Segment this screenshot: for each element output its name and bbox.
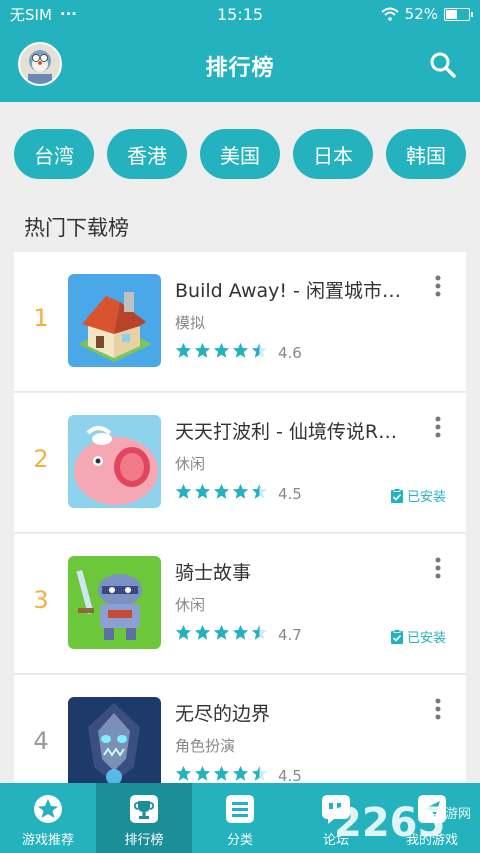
nav-label: 分类	[226, 833, 253, 848]
status-bar: 无SIM ··· 15:15 52%	[0, 0, 480, 28]
region-tab-korea[interactable]: 韩国	[386, 129, 466, 179]
trophy-icon	[130, 795, 158, 823]
battery-icon	[444, 7, 473, 21]
list-item[interactable]: 1 Build Away! - 闲置城市… 模拟 4.6	[14, 252, 466, 392]
nav-label: 游戏推荐	[21, 833, 74, 848]
star-icon	[175, 765, 192, 781]
region-tabs: 台湾 香港 美国 日本 韩国	[0, 102, 480, 208]
rating-value: 4.5	[278, 484, 302, 503]
star-rating: 4.5	[175, 483, 302, 504]
star-icon	[213, 342, 230, 358]
app-category: 模拟	[175, 314, 206, 332]
installed-label: 已安装	[406, 631, 446, 646]
star-icon	[175, 483, 192, 499]
star-icon	[232, 483, 249, 499]
star-icon	[194, 765, 211, 781]
app-name: 天天打波利 - 仙境传说R…	[175, 421, 398, 443]
nav-game-recommend[interactable]: 游戏推荐	[0, 783, 96, 853]
nav-label: 排行榜	[124, 833, 164, 848]
app-icon-build-away[interactable]	[68, 274, 161, 367]
rank-number: 2	[33, 445, 49, 473]
star-icon	[194, 342, 211, 358]
battery-percent: 52%	[404, 5, 438, 23]
star-icon	[232, 624, 249, 640]
star-icon	[232, 342, 249, 358]
watermark-text: 2265	[334, 800, 445, 846]
region-tab-hongkong[interactable]: 香港	[107, 129, 187, 179]
more-options-icon[interactable]	[430, 697, 446, 721]
star-icon	[251, 483, 268, 499]
star-rating: 4.7	[175, 624, 302, 645]
app-category: 休闲	[175, 455, 206, 473]
installed-badge: 已安装	[390, 486, 446, 505]
region-tab-taiwan[interactable]: 台湾	[14, 129, 94, 179]
star-icon	[213, 624, 230, 640]
signal-dots: ···	[59, 5, 77, 23]
list-item[interactable]: 2 天天打波利 - 仙境传说R… 休闲 4.5 已安装	[14, 393, 466, 533]
star-rating: 4.6	[175, 342, 302, 363]
star-icon	[251, 342, 268, 358]
nav-category[interactable]: 分类	[192, 783, 288, 853]
rating-value: 4.5	[278, 766, 302, 785]
app-category: 角色扮演	[175, 737, 236, 755]
star-icon	[175, 342, 192, 358]
category-icon	[226, 795, 254, 823]
rank-number: 3	[33, 586, 49, 614]
app-icon-knight-tale[interactable]	[68, 556, 161, 649]
app-icon-endless-frontier[interactable]	[68, 697, 161, 790]
app-icon-poring[interactable]	[68, 415, 161, 508]
more-options-icon[interactable]	[430, 556, 446, 580]
page-title: 排行榜	[205, 56, 275, 81]
star-icon	[213, 483, 230, 499]
star-icon	[175, 624, 192, 640]
app-category: 休闲	[175, 596, 206, 614]
star-icon	[194, 483, 211, 499]
region-tab-japan[interactable]: 日本	[293, 129, 373, 179]
clock: 15:15	[216, 4, 264, 24]
rating-value: 4.6	[278, 343, 302, 362]
more-options-icon[interactable]	[430, 415, 446, 439]
rating-value: 4.7	[278, 625, 302, 644]
rank-number: 1	[33, 304, 49, 332]
list-item[interactable]: 3 骑士故事 休闲 4.7 已安装	[14, 534, 466, 674]
app-name: 骑士故事	[175, 562, 252, 584]
carrier-label: 无SIM	[10, 5, 52, 24]
star-icon	[34, 795, 62, 823]
app-header: 排行榜	[0, 28, 480, 102]
clipboard-check-icon	[390, 487, 403, 503]
star-icon	[194, 624, 211, 640]
app-name: Build Away! - 闲置城市…	[175, 280, 401, 302]
star-icon	[251, 624, 268, 640]
installed-label: 已安装	[406, 490, 446, 505]
star-icon	[232, 765, 249, 781]
search-icon[interactable]	[428, 50, 458, 80]
app-name: 无尽的边界	[175, 703, 271, 725]
nav-ranking[interactable]: 排行榜	[96, 783, 192, 853]
star-icon	[213, 765, 230, 781]
wifi-icon	[380, 7, 399, 21]
watermark-subtext: 手游网	[432, 807, 471, 822]
region-tab-usa[interactable]: 美国	[200, 129, 280, 179]
rank-number: 4	[33, 727, 49, 755]
clipboard-check-icon	[390, 628, 403, 644]
watermark-logo: 2265 手游网	[334, 800, 471, 846]
more-options-icon[interactable]	[430, 274, 446, 298]
section-title: 热门下载榜	[24, 216, 129, 240]
installed-badge: 已安装	[390, 627, 446, 646]
star-icon	[251, 765, 268, 781]
